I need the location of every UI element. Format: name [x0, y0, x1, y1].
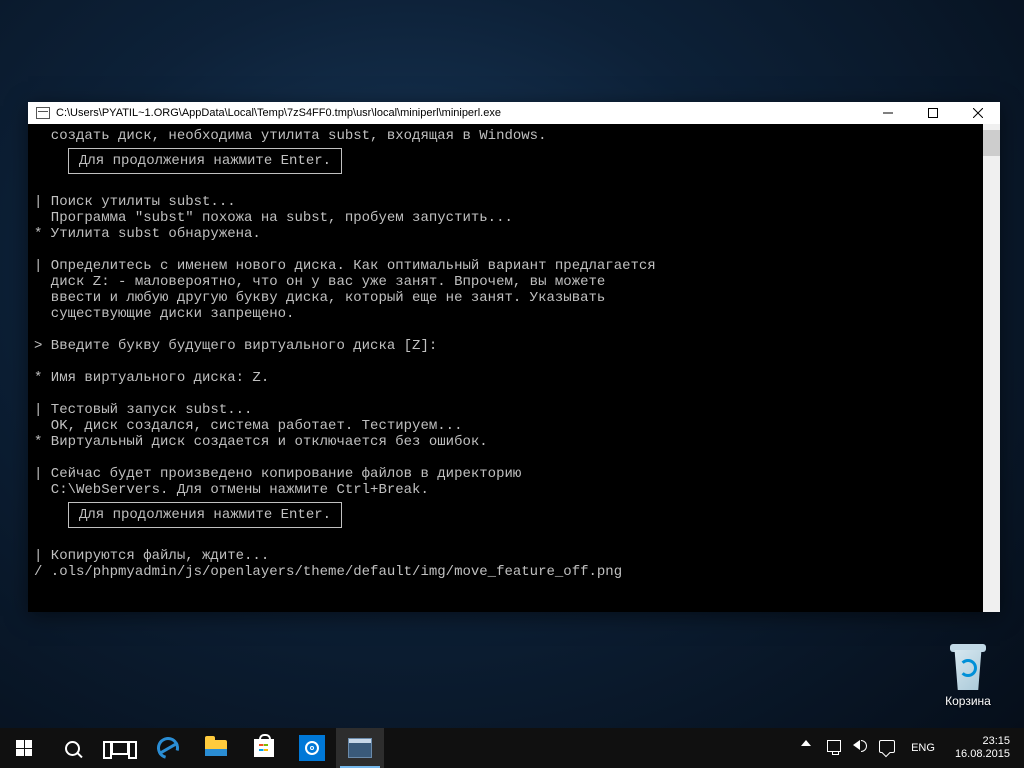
- console-output[interactable]: создать диск, необходима утилита subst, …: [28, 124, 1000, 612]
- start-button[interactable]: [0, 728, 48, 768]
- gear-icon: [299, 735, 325, 761]
- console-line: | Поиск утилиты subst...: [32, 194, 1000, 210]
- scrollbar-vertical[interactable]: [983, 124, 1000, 612]
- minimize-button[interactable]: [865, 102, 910, 124]
- console-icon: [348, 738, 372, 758]
- console-line: [32, 322, 1000, 338]
- network-button[interactable]: [827, 740, 843, 756]
- console-line: [32, 450, 1000, 466]
- console-taskbar-button[interactable]: [336, 728, 384, 768]
- search-icon: [65, 741, 80, 756]
- volume-button[interactable]: [853, 740, 869, 756]
- console-line: > Введите букву будущего виртуального ди…: [32, 338, 1000, 354]
- store-button[interactable]: [240, 728, 288, 768]
- console-line: [32, 532, 1000, 548]
- console-line: * Имя виртуального диска: Z.: [32, 370, 1000, 386]
- task-view-icon: [111, 741, 129, 755]
- console-line: [32, 178, 1000, 194]
- tray-icons: [801, 740, 895, 756]
- console-line: | Тестовый запуск subst...: [32, 402, 1000, 418]
- clock[interactable]: 23:15 16.08.2015: [951, 735, 1014, 761]
- taskbar: ENG 23:15 16.08.2015: [0, 728, 1024, 768]
- windows-logo-icon: [16, 740, 32, 756]
- console-prompt-box: Для продолжения нажмите Enter.: [68, 502, 342, 528]
- action-center-button[interactable]: [879, 740, 895, 756]
- console-line: существующие диски запрещено.: [32, 306, 1000, 322]
- edge-icon: [153, 733, 183, 763]
- task-view-button[interactable]: [96, 728, 144, 768]
- clock-date: 16.08.2015: [955, 748, 1010, 761]
- console-line: C:\WebServers. Для отмены нажмите Ctrl+B…: [32, 482, 1000, 498]
- close-button[interactable]: [955, 102, 1000, 124]
- window-title: C:\Users\PYATIL~1.ORG\AppData\Local\Temp…: [56, 107, 501, 119]
- taskbar-left: [0, 728, 384, 768]
- app-icon: [36, 107, 50, 119]
- console-line: / .ols/phpmyadmin/js/openlayers/theme/de…: [32, 564, 1000, 580]
- recycle-bin-icon[interactable]: Корзина: [930, 640, 1006, 708]
- volume-icon: [853, 740, 860, 750]
- language-indicator[interactable]: ENG: [905, 742, 941, 754]
- edge-button[interactable]: [144, 728, 192, 768]
- console-line: | Определитесь с именем нового диска. Ка…: [32, 258, 1000, 274]
- folder-icon: [205, 740, 227, 756]
- console-line: [32, 242, 1000, 258]
- settings-button[interactable]: [288, 728, 336, 768]
- window-controls: [865, 102, 1000, 124]
- network-icon: [827, 740, 841, 752]
- console-line: OK, диск создался, система работает. Тес…: [32, 418, 1000, 434]
- maximize-button[interactable]: [910, 102, 955, 124]
- chevron-up-icon: [801, 740, 811, 746]
- search-button[interactable]: [48, 728, 96, 768]
- console-prompt-box: Для продолжения нажмите Enter.: [68, 148, 342, 174]
- console-line: * Виртуальный диск создается и отключает…: [32, 434, 1000, 450]
- console-line: [32, 386, 1000, 402]
- action-center-icon: [879, 740, 895, 753]
- console-line: [32, 354, 1000, 370]
- recycle-bin-label: Корзина: [930, 694, 1006, 708]
- system-tray: ENG 23:15 16.08.2015: [801, 728, 1024, 768]
- window-titlebar[interactable]: C:\Users\PYATIL~1.ORG\AppData\Local\Temp…: [28, 102, 1000, 124]
- clock-time: 23:15: [955, 735, 1010, 748]
- console-line: | Копируются файлы, ждите...: [32, 548, 1000, 564]
- console-line: Программа "subst" похожа на subst, пробу…: [32, 210, 1000, 226]
- console-line: * Утилита subst обнаружена.: [32, 226, 1000, 242]
- console-line: | Сейчас будет произведено копирование ф…: [32, 466, 1000, 482]
- store-icon: [254, 739, 274, 757]
- console-line: ввести и любую другую букву диска, котор…: [32, 290, 1000, 306]
- file-explorer-button[interactable]: [192, 728, 240, 768]
- recycle-bin-glyph: [946, 640, 990, 690]
- console-line: диск Z: - маловероятно, что он у вас уже…: [32, 274, 1000, 290]
- console-line: создать диск, необходима утилита subst, …: [32, 128, 1000, 144]
- console-window: C:\Users\PYATIL~1.ORG\AppData\Local\Temp…: [28, 102, 1000, 612]
- tray-overflow-button[interactable]: [801, 740, 817, 756]
- scrollbar-thumb[interactable]: [983, 130, 1000, 156]
